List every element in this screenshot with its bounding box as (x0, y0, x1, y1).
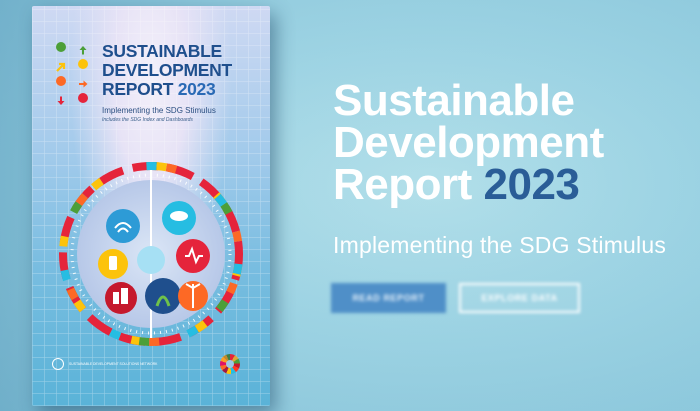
sdg-wheel-icon (220, 354, 240, 374)
read-report-button[interactable]: READ REPORT (331, 283, 446, 313)
report-cover[interactable]: SUSTAINABLE DEVELOPMENT REPORT 2023 Impl… (32, 6, 270, 406)
cover-title: SUSTAINABLE DEVELOPMENT REPORT 2023 (102, 41, 232, 99)
page-title: Sustainable Development Report 2023 (333, 76, 604, 209)
cover-subtitle: Implementing the SDG Stimulus (102, 106, 216, 115)
cover-note: Includes the SDG Index and Dashboards (102, 117, 193, 123)
sdg-arrow-logo-icon (56, 42, 96, 105)
explore-data-button[interactable]: EXPLORE DATA (459, 283, 580, 313)
cover-publisher: SUSTAINABLE DEVELOPMENT SOLUTIONS NETWOR… (52, 358, 162, 370)
sdsn-globe-icon (52, 358, 64, 370)
title-year: 2023 (483, 160, 580, 209)
page-subtitle: Implementing the SDG Stimulus (333, 232, 667, 258)
sdg-dashboard-gauge-icon (59, 162, 243, 346)
